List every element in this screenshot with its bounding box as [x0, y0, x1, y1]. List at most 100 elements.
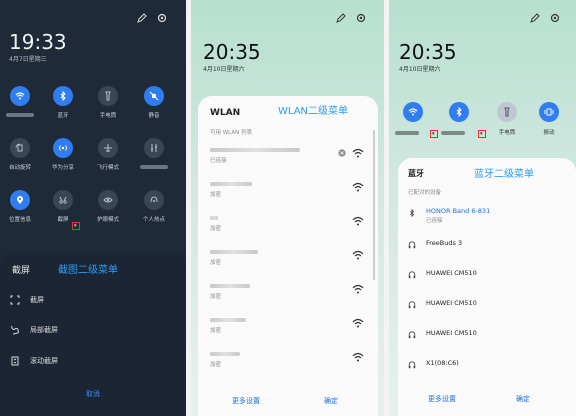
bell-off-icon: [149, 91, 159, 101]
wifi-signal-icon: [352, 216, 364, 226]
network-status: 加密: [210, 226, 222, 232]
headphones-icon: [408, 301, 416, 309]
network-info-icon[interactable]: [338, 149, 346, 157]
redacted-ssid: [210, 148, 300, 152]
cancel-button[interactable]: 取消: [0, 389, 186, 399]
header-icons: [525, 12, 565, 28]
eye-icon: [103, 197, 113, 203]
wifi-signal-icon: [352, 352, 364, 362]
settings-icon[interactable]: [549, 12, 561, 24]
clock-time: 20:35: [399, 40, 457, 64]
quick-tile-label: 手电筒: [498, 130, 516, 136]
quick-tile[interactable]: [10, 86, 30, 106]
wlan-network-row[interactable]: 加密: [210, 214, 370, 236]
quick-tile[interactable]: [53, 190, 73, 210]
quick-tile[interactable]: [98, 138, 118, 158]
wifi-signal-icon: [352, 182, 364, 192]
clock-date: 4月7日星期三: [9, 56, 47, 63]
scroll-screenshot-icon: [11, 356, 19, 366]
quick-tile-label: 静音: [148, 113, 160, 119]
quick-tile-label: 华为分享: [51, 165, 74, 171]
sliders-icon: [151, 144, 157, 152]
redacted-ssid: [210, 352, 240, 356]
paired-device-row[interactable]: HUAWEI CM510: [408, 298, 568, 314]
header-icons: [331, 12, 371, 28]
submenu-annotation: 蓝牙二级菜单: [474, 169, 534, 180]
edit-icon[interactable]: [136, 12, 148, 24]
quick-tile[interactable]: [497, 102, 517, 122]
edit-icon[interactable]: [529, 12, 541, 24]
quick-tile-label: 飞行模式: [96, 165, 119, 171]
clock-date: 4月10日星期六: [399, 66, 441, 73]
menu-item-scroll-screenshot[interactable]: 滚动截屏: [10, 354, 170, 368]
clock-time: 19:33: [9, 30, 67, 54]
more-settings-button[interactable]: 更多设置: [428, 394, 456, 404]
network-status: 已连接: [210, 158, 227, 164]
wlan-network-row[interactable]: 加密: [210, 180, 370, 202]
wlan-network-row[interactable]: 加密: [210, 350, 370, 372]
quick-tile[interactable]: [53, 138, 73, 158]
wlan-network-row[interactable]: 已连接: [210, 146, 370, 168]
device-name: FreeBuds 3: [426, 239, 463, 247]
quick-tile[interactable]: [403, 102, 423, 122]
wlan-network-row[interactable]: 加密: [210, 316, 370, 338]
ok-button[interactable]: 确定: [324, 396, 338, 406]
submenu-title: WLAN: [210, 108, 241, 118]
quick-tile[interactable]: [10, 138, 30, 158]
settings-icon[interactable]: [156, 12, 168, 24]
quick-tile-label: 自动旋转: [8, 165, 31, 171]
bluetooth-icon: [60, 91, 66, 101]
network-status: 加密: [210, 362, 222, 368]
ok-button[interactable]: 确定: [516, 394, 530, 404]
headphones-icon: [408, 361, 416, 369]
share-wave-icon: [59, 145, 67, 151]
wifi-signal-icon: [352, 250, 364, 260]
list-header: 可用 WLAN 列表: [210, 130, 253, 136]
chevron-down-icon[interactable]: ▾: [480, 131, 483, 137]
redacted-ssid: [210, 318, 246, 322]
redacted-ssid: [210, 182, 252, 186]
bluetooth-icon: [456, 107, 462, 117]
wlan-submenu: WLAN WLAN二级菜单 可用 WLAN 列表 已连接 加密 加密 加密 加密 加密 加密…: [198, 96, 378, 416]
clock-time: 20:35: [203, 40, 261, 64]
settings-icon[interactable]: [355, 12, 367, 24]
quick-tile[interactable]: [144, 138, 164, 158]
quick-tile[interactable]: [144, 190, 164, 210]
quick-tile[interactable]: [98, 190, 118, 210]
paired-device-row[interactable]: HUAWEI CM510: [408, 268, 568, 284]
network-status: 加密: [210, 260, 222, 266]
edit-icon[interactable]: [335, 12, 347, 24]
quick-tile[interactable]: [53, 86, 73, 106]
screenshot-icon: [10, 295, 20, 305]
chevron-down-icon[interactable]: ▾: [74, 223, 77, 229]
paired-device-row[interactable]: HONOR Band 6-831 已连接: [408, 206, 568, 224]
quick-tile[interactable]: [144, 86, 164, 106]
chevron-down-icon[interactable]: ▾: [432, 131, 435, 137]
device-name: HUAWEI CM510: [426, 299, 477, 307]
scrollbar[interactable]: [373, 130, 375, 280]
quick-tile[interactable]: [449, 102, 469, 122]
menu-item-partial-screenshot[interactable]: 局部截屏: [10, 323, 170, 337]
device-name: HUAWEI CM510: [426, 329, 477, 337]
device-name: HONOR Band 6-831: [426, 207, 491, 215]
headphones-icon: [408, 271, 416, 279]
paired-device-row[interactable]: HUAWEI CM510: [408, 328, 568, 344]
quick-tile[interactable]: [10, 190, 30, 210]
menu-item-label: 滚动截屏: [30, 357, 58, 365]
quick-tile[interactable]: [98, 86, 118, 106]
redacted-ssid: [210, 284, 250, 288]
wifi-signal-icon: [352, 148, 364, 158]
menu-item-screenshot[interactable]: 截屏: [10, 293, 170, 307]
wlan-network-row[interactable]: 加密: [210, 282, 370, 304]
paired-device-row[interactable]: X1(08:C6): [408, 358, 568, 374]
paired-device-row[interactable]: FreeBuds 3: [408, 238, 568, 254]
screenshot-icon: [59, 196, 67, 204]
device-status: 已连接: [426, 218, 443, 224]
quick-tile[interactable]: [539, 102, 559, 122]
quick-tile-label: 个人热点: [142, 217, 165, 223]
quick-tile-label: 振动: [543, 130, 555, 136]
paired-header: 已配对的设备: [408, 190, 442, 196]
more-settings-button[interactable]: 更多设置: [232, 396, 260, 406]
wlan-network-row[interactable]: 加密: [210, 248, 370, 270]
wifi-signal-icon: [352, 318, 364, 328]
